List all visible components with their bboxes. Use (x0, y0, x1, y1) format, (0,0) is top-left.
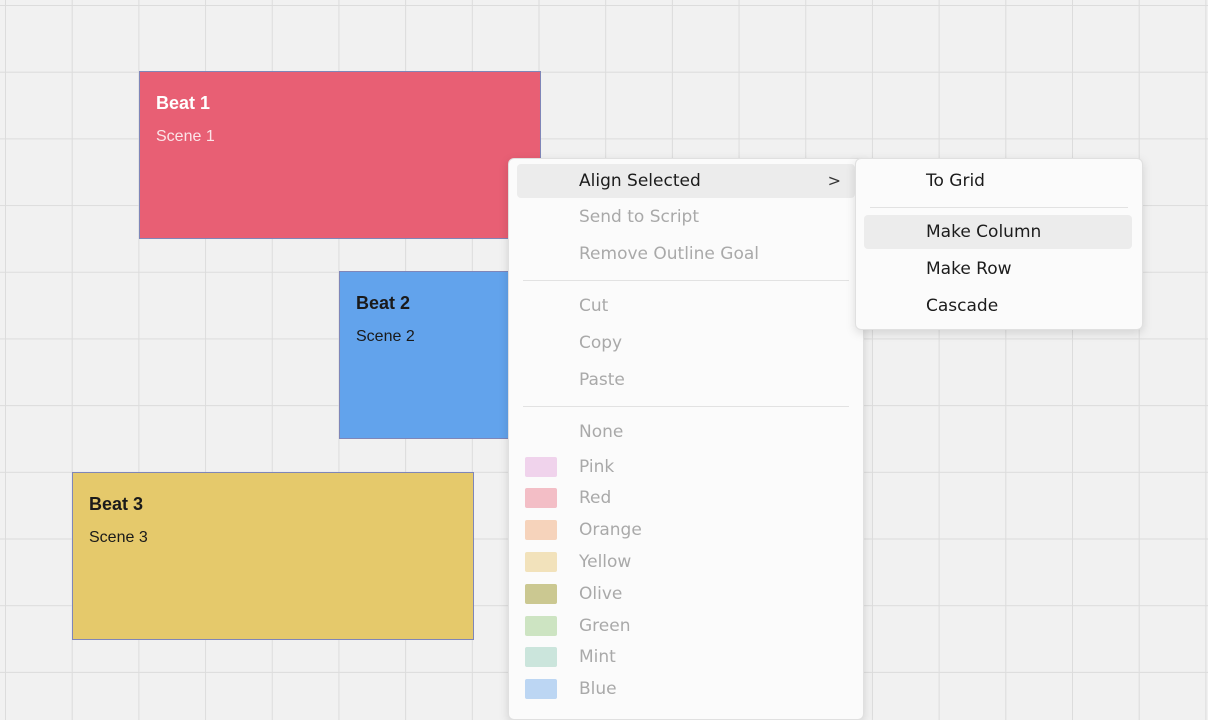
menu-item-label: Orange (579, 520, 642, 540)
menu-item-cut[interactable]: Cut (517, 289, 855, 323)
context-menu: Align Selected > Send to Script Remove O… (508, 158, 864, 720)
menu-item-color-green[interactable]: Green (517, 609, 855, 643)
beat-card-3[interactable]: Beat 3 Scene 3 (72, 472, 474, 640)
color-swatch (525, 679, 557, 699)
color-swatch (525, 584, 557, 604)
menu-separator (523, 406, 849, 407)
beat-title: Beat 1 (156, 93, 211, 113)
submenu-item-cascade[interactable]: Cascade (864, 289, 1132, 323)
chevron-right-icon: > (827, 171, 841, 190)
color-swatch (525, 488, 557, 508)
menu-item-label: Make Row (926, 259, 1012, 279)
color-swatch (525, 457, 557, 477)
color-swatch (525, 552, 557, 572)
menu-item-color-olive[interactable]: Olive (517, 577, 855, 611)
menu-item-label: Make Column (926, 222, 1042, 242)
submenu-item-make-column[interactable]: Make Column (864, 215, 1132, 249)
menu-separator (523, 280, 849, 281)
menu-item-send-to-script[interactable]: Send to Script (517, 200, 855, 234)
beat-card-2[interactable]: Beat 2 Scene 2 (339, 271, 519, 439)
menu-item-remove-outline-goal[interactable]: Remove Outline Goal (517, 237, 855, 271)
beat-card-1[interactable]: Beat 1 Scene 1 (139, 71, 541, 239)
menu-item-label: Remove Outline Goal (579, 244, 760, 264)
align-submenu: To Grid Make Column Make Row Cascade (855, 158, 1143, 330)
scene-label: Scene 3 (89, 529, 148, 546)
color-swatch (525, 616, 557, 636)
menu-item-paste[interactable]: Paste (517, 363, 855, 397)
scene-label: Scene 2 (356, 328, 415, 345)
menu-item-label: Cut (579, 296, 609, 316)
menu-item-color-none[interactable]: None (517, 415, 855, 449)
color-swatch (525, 520, 557, 540)
menu-separator (870, 207, 1128, 208)
beat-title: Beat 2 (356, 293, 411, 313)
menu-item-label: Olive (579, 584, 623, 604)
color-swatch (525, 647, 557, 667)
menu-item-color-blue[interactable]: Blue (517, 672, 855, 706)
menu-item-color-red[interactable]: Red (517, 481, 855, 515)
scene-label: Scene 1 (156, 128, 215, 145)
menu-item-label: Align Selected (579, 171, 701, 191)
menu-item-copy[interactable]: Copy (517, 326, 855, 360)
menu-item-label: None (579, 422, 624, 442)
beat-title: Beat 3 (89, 494, 144, 514)
menu-item-label: Green (579, 616, 631, 636)
menu-item-align-selected[interactable]: Align Selected > (517, 164, 855, 198)
menu-item-label: Paste (579, 370, 625, 390)
menu-item-label: Send to Script (579, 207, 699, 227)
submenu-item-make-row[interactable]: Make Row (864, 252, 1132, 286)
menu-item-color-orange[interactable]: Orange (517, 513, 855, 547)
menu-item-label: Blue (579, 679, 617, 699)
menu-item-color-yellow[interactable]: Yellow (517, 545, 855, 579)
submenu-item-to-grid[interactable]: To Grid (864, 164, 1132, 198)
menu-item-label: Pink (579, 457, 615, 477)
menu-item-label: Copy (579, 333, 623, 353)
menu-item-color-mint[interactable]: Mint (517, 640, 855, 674)
menu-item-color-pink[interactable]: Pink (517, 450, 855, 484)
menu-item-label: Yellow (579, 552, 632, 572)
menu-item-label: Red (579, 488, 612, 508)
menu-item-label: To Grid (926, 171, 985, 191)
menu-item-label: Cascade (926, 296, 999, 316)
menu-item-label: Mint (579, 647, 616, 667)
